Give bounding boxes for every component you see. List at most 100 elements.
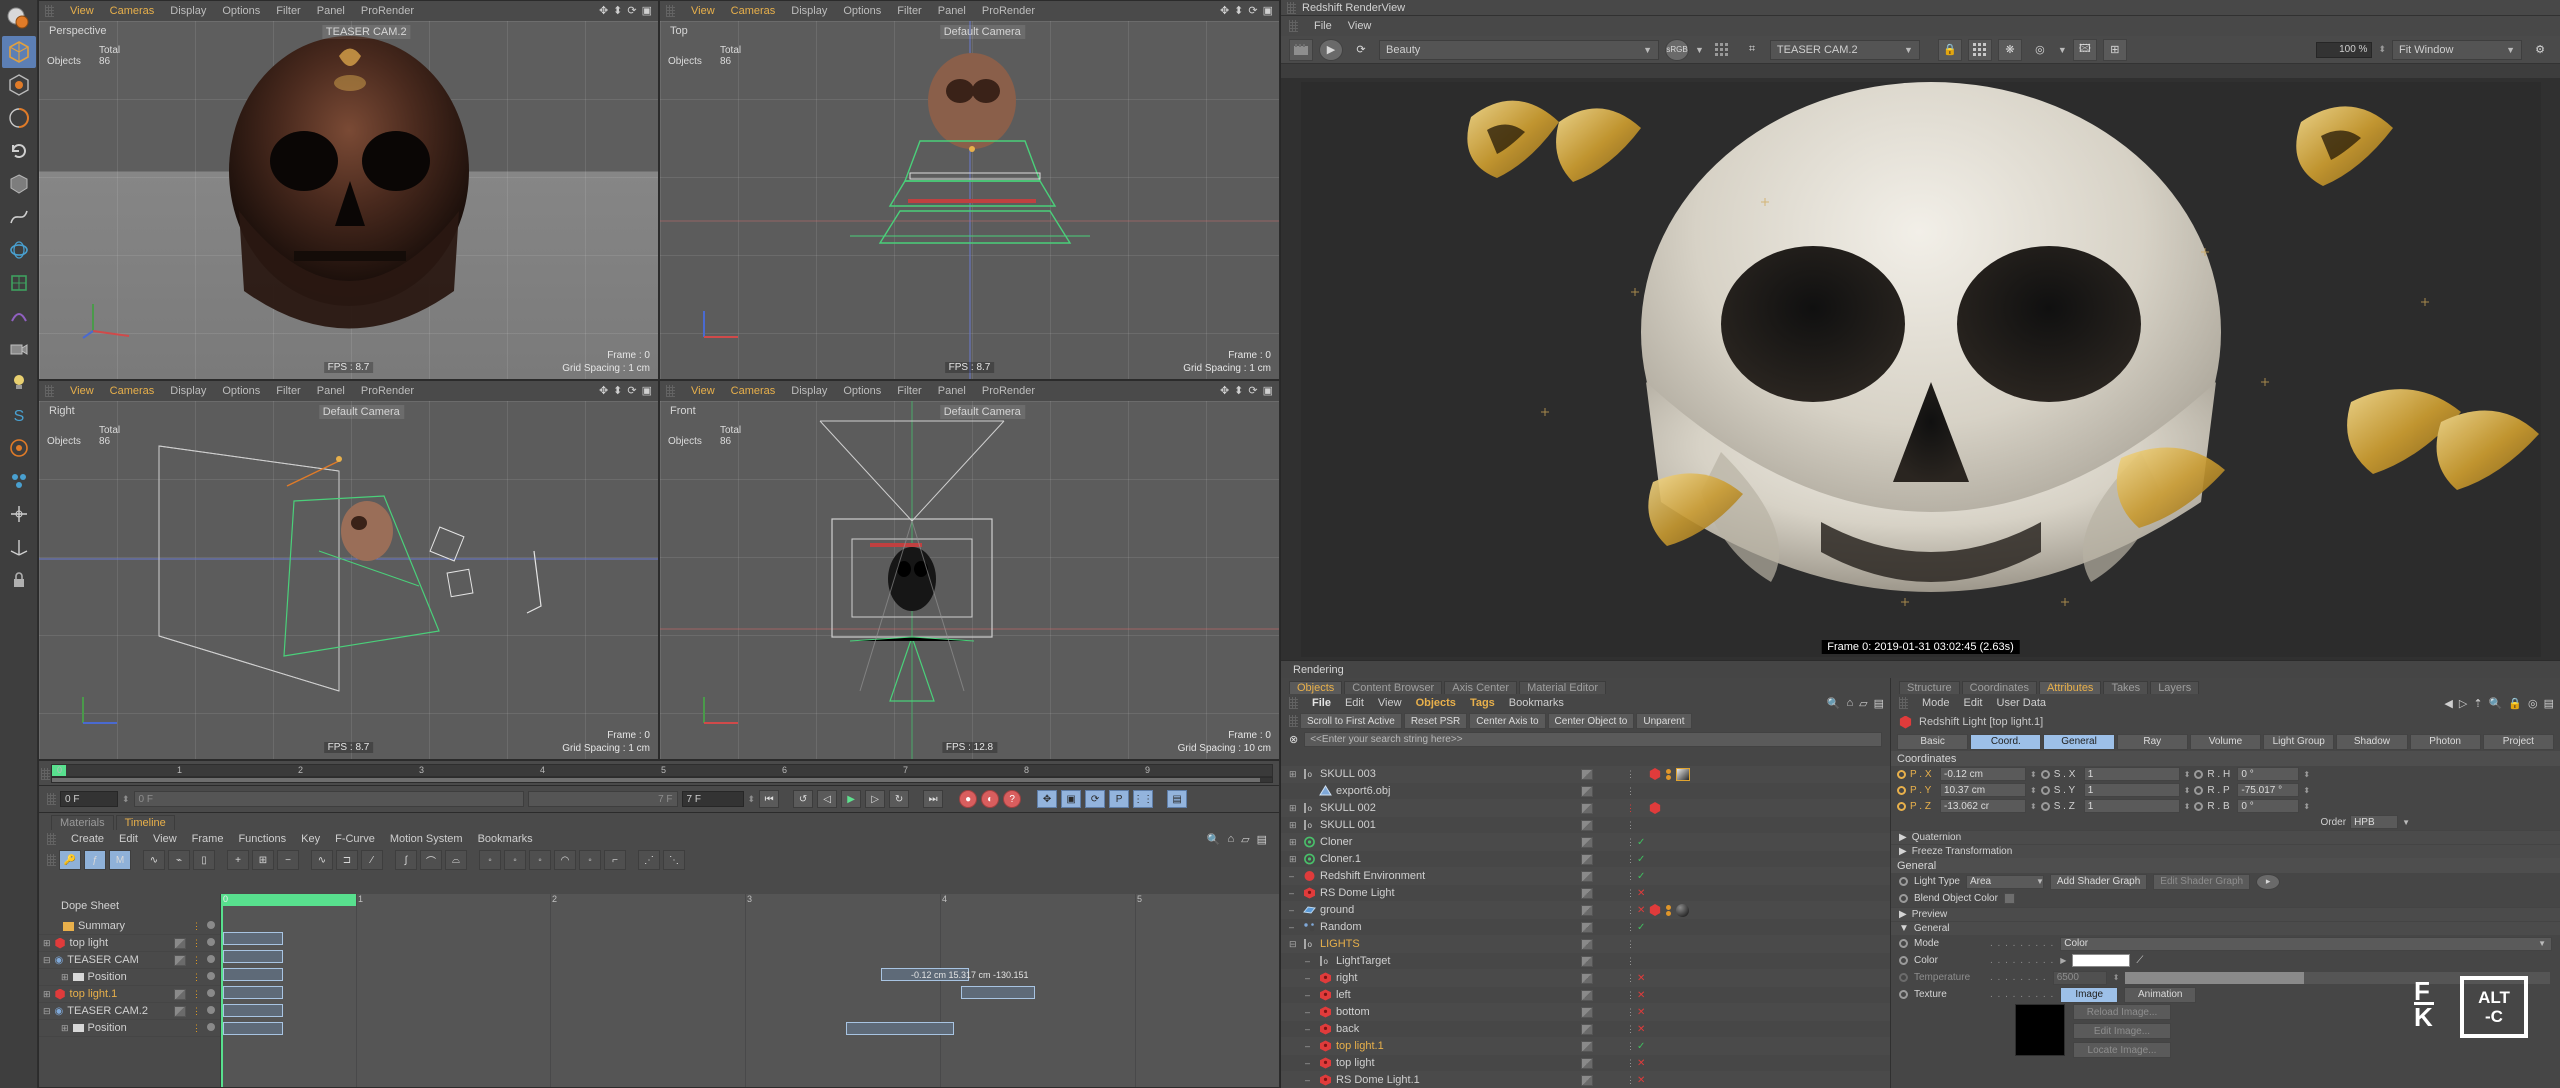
object-visibility-dots[interactable]: ⋮ ✕ (1626, 1023, 1645, 1035)
object-search-row[interactable]: ⊗ <<Enter your search string here>> (1281, 730, 1890, 748)
key-indicator-icon[interactable]: ⋮ (192, 1023, 201, 1034)
menu-file[interactable]: File (1314, 20, 1332, 32)
pin-icon[interactable]: ⇡ (2473, 697, 2482, 710)
modeling-icon[interactable] (2, 267, 36, 299)
redshift-renderview[interactable]: Redshift RenderView File View ▶ ⟳ Beauty… (1280, 0, 2560, 660)
menu-prorender[interactable]: ProRender (361, 5, 414, 17)
object-row-tags[interactable] (1581, 1040, 1593, 1052)
expand-toggle[interactable]: ⊞ (1289, 837, 1301, 848)
attribute-tabs[interactable]: Structure Coordinates Attributes Takes L… (1891, 678, 2560, 694)
keyframe-block[interactable] (961, 986, 1035, 999)
tag-icon[interactable] (1581, 887, 1593, 899)
expand-icon[interactable]: ⊞ (61, 972, 69, 983)
rotation-key-toggle[interactable]: ⟳ (1085, 790, 1106, 808)
zoom-icon[interactable]: ⬍ (613, 4, 622, 17)
key-indicator-icon[interactable]: ⋮ (192, 1006, 201, 1017)
object-row[interactable]: ⊞ o SKULL 003 ⋮ (1281, 766, 1890, 783)
menu-view[interactable]: View (691, 385, 715, 397)
fold-quaternion[interactable]: ▶ Quaternion (1891, 830, 2560, 844)
snap-key-icon[interactable]: ⋰ (638, 850, 660, 870)
render-image-area[interactable]: Frame 0: 2019-01-31 03:02:45 (2.63s) (1281, 78, 2560, 660)
maximize-icon[interactable]: ▣ (642, 384, 652, 397)
object-row[interactable]: ⊞ o SKULL 002 ⋮ (1281, 800, 1890, 817)
srgb-icon[interactable]: sRGB (1665, 38, 1689, 61)
maximize-icon[interactable]: ▣ (1263, 384, 1273, 397)
viewport-right-canvas[interactable]: Right Default Camera Total Objects 86 FPS… (39, 401, 658, 759)
object-row[interactable]: export6.obj ⋮ (1281, 783, 1890, 800)
record-button[interactable]: ● (959, 790, 978, 808)
range-end-field[interactable]: 7 F (681, 791, 744, 807)
ptab-coord[interactable]: Coord. (1970, 733, 2042, 750)
clear-search-icon[interactable]: ⊗ (1289, 733, 1298, 746)
tag-icon[interactable] (1581, 938, 1593, 950)
menu-cameras[interactable]: Cameras (110, 385, 155, 397)
expand-toggle[interactable]: ⊞ (1289, 803, 1301, 814)
timeline-scrollbar-thumb[interactable] (52, 778, 1260, 782)
menu-panel[interactable]: Panel (317, 385, 345, 397)
lock-icon[interactable] (2, 564, 36, 596)
expand-toggle[interactable]: ⊟ (1289, 939, 1301, 950)
spinner-icon[interactable]: ⬍ (2030, 770, 2037, 779)
viewport-right-camera[interactable]: Default Camera (318, 405, 404, 419)
render-region-icon[interactable] (1289, 38, 1313, 61)
anim-dot-blend[interactable] (1899, 894, 1908, 903)
tag-icon[interactable] (1581, 972, 1593, 984)
tab-timeline[interactable]: Timeline (115, 815, 175, 830)
tab-objects[interactable]: Objects (1289, 681, 1343, 694)
mute-toggle[interactable] (207, 971, 215, 980)
expand-toggle[interactable]: – (1305, 990, 1317, 1000)
tab-content-browser[interactable]: Content Browser (1344, 681, 1443, 694)
field-rb[interactable]: 0 ° (2237, 799, 2300, 813)
expand-toggle[interactable]: – (1305, 1007, 1317, 1017)
camera-select[interactable]: TEASER CAM.2 ▼ (1769, 39, 1920, 60)
spinner-icon[interactable]: ⬍ (2030, 802, 2037, 811)
step-back-button[interactable]: ◁ (817, 790, 838, 808)
cloud-icon[interactable]: ▱ (1859, 697, 1867, 710)
dope-time-range[interactable] (221, 894, 356, 906)
reset-psr-button[interactable]: Reset PSR (1403, 713, 1468, 729)
anim-dot-sz[interactable] (2040, 801, 2050, 811)
animation-toolbar[interactable]: 0 F ⬍ 0 F 7 F 7 F ⬍ ⏮ ↺ ◁ ▶ ▷ ↻ ⏭ ● ◐ ? … (38, 786, 1280, 812)
timeline-panel[interactable]: Materials Timeline Create Edit View Fram… (38, 812, 1280, 1088)
deformer-icon[interactable] (2, 300, 36, 332)
menu-edit[interactable]: Edit (1964, 697, 1983, 709)
menu-view[interactable]: View (691, 5, 715, 17)
rotate-view-icon[interactable]: ⟳ (1248, 4, 1257, 17)
key-indicator-icon[interactable]: ⋮ (192, 938, 201, 949)
object-visibility-dots[interactable]: ⋮ (1626, 819, 1635, 831)
tag-icon[interactable] (1581, 785, 1593, 797)
object-row-tags[interactable] (1581, 904, 1593, 916)
undo-icon[interactable] (2, 135, 36, 167)
collapse-icon[interactable]: ⊟ (43, 1006, 51, 1017)
object-visibility-dots[interactable]: ⋮ ✕ (1626, 1074, 1645, 1086)
texture-thumbnail[interactable] (2015, 1004, 2065, 1056)
key-indicator-icon[interactable]: ⋮ (192, 972, 201, 983)
tag-icon[interactable] (1581, 768, 1593, 780)
tag-icon[interactable] (1581, 836, 1593, 848)
object-row-tags[interactable] (1581, 1023, 1593, 1035)
object-row-tags[interactable] (1581, 802, 1593, 814)
anim-dot-rp[interactable] (2194, 785, 2204, 795)
tag-icon[interactable] (1581, 802, 1593, 814)
tag-icon[interactable] (1581, 1023, 1593, 1035)
tag-icon[interactable] (174, 954, 186, 966)
viewport-front-camera[interactable]: Default Camera (939, 405, 1025, 419)
tag-icon[interactable] (1581, 921, 1593, 933)
menu-cameras[interactable]: Cameras (731, 385, 776, 397)
anim-dot-rh[interactable] (2194, 769, 2204, 779)
menu-view[interactable]: View (70, 5, 94, 17)
tag-icon[interactable] (1581, 870, 1593, 882)
viewport-right-menubar[interactable]: View Cameras Display Options Filter Pane… (39, 381, 658, 401)
object-row-tags[interactable] (1581, 938, 1593, 950)
object-search-input[interactable]: <<Enter your search string here>> (1304, 731, 1882, 747)
ptab-basic[interactable]: Basic (1897, 733, 1969, 750)
key-indicator-icon[interactable]: ⋮ (192, 989, 201, 1000)
object-row-tags[interactable] (1581, 955, 1593, 967)
add-key-all-icon[interactable]: ⊞ (252, 850, 274, 870)
attribute-menubar[interactable]: Mode Edit User Data ◀ ▷ ⇡ 🔍 🔒 ◎ ▤ (1891, 694, 2560, 712)
pan-icon[interactable]: ✥ (1220, 384, 1229, 397)
spinner-icon[interactable]: ⬍ (2184, 802, 2191, 811)
auto-tangent-icon[interactable]: ∿ (143, 850, 165, 870)
spline-interp-icon[interactable]: ∿ (311, 850, 333, 870)
keyframe-block[interactable] (223, 1004, 283, 1017)
